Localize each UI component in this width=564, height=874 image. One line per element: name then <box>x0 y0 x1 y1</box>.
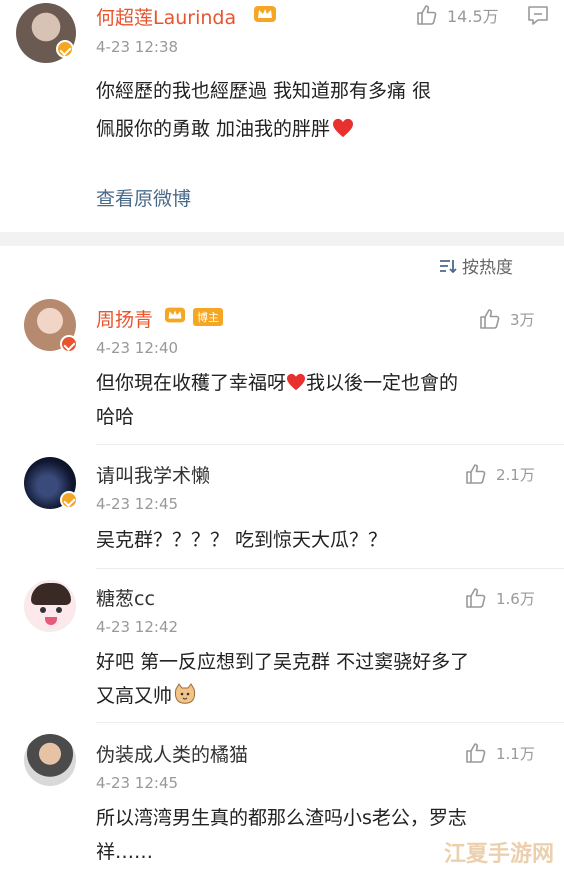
comment-text-line-2: 哈哈 <box>96 406 135 428</box>
verified-badge-icon <box>56 40 74 58</box>
main-post-like-count: 14.5万 <box>447 7 499 26</box>
commenter-avatar[interactable] <box>24 734 76 786</box>
comment-like-button[interactable]: 2.1万 <box>464 462 535 486</box>
comment-text-line-2: 祥…… <box>96 841 154 863</box>
divider <box>96 444 564 445</box>
thumb-up-icon <box>466 743 486 763</box>
comment-text-line-1: 吴克群？？？？ 吃到惊天大瓜？？ <box>96 529 388 551</box>
section-gap <box>0 232 564 246</box>
main-post-text-line-1: 你經歷的我也經歷過 我知道那有多痛 很 <box>96 80 432 102</box>
comment-like-count: 3万 <box>510 310 535 329</box>
verified-badge-icon <box>60 335 78 353</box>
comment-text-part: 又高又帅 <box>96 685 173 707</box>
comment-like-button[interactable]: 1.1万 <box>464 741 535 765</box>
divider <box>96 568 564 569</box>
cat-emoji-icon <box>174 683 196 704</box>
comment-text-line-1: 但你現在收穫了幸福呀 我以後一定也會的 <box>96 366 458 401</box>
crown-icon <box>254 6 276 22</box>
heart-icon <box>333 118 354 138</box>
sort-icon <box>440 259 457 273</box>
comment-time: 4-23 12:40 <box>96 339 179 357</box>
comment-text-line-1: 所以湾湾男生真的都那么渣吗小s老公，罗志 <box>96 807 467 829</box>
main-post-text-line-2: 佩服你的勇敢 加油我的胖胖 <box>96 112 354 147</box>
thumb-up-icon <box>466 464 486 484</box>
watermark: 江夏手游网 <box>443 842 554 867</box>
sort-label: 按热度 <box>462 258 513 278</box>
commenter-username[interactable]: 糖葱cc <box>96 584 155 611</box>
comment-like-button[interactable]: 1.6万 <box>464 586 535 610</box>
comment-like-button[interactable]: 3万 <box>478 307 535 331</box>
view-original-post-link[interactable]: 查看原微博 <box>96 184 191 211</box>
crown-icon <box>164 307 186 323</box>
comment-button[interactable] <box>526 3 550 31</box>
comment-text-line-1: 好吧 第一反应想到了吴克群 不过窦骁好多了 <box>96 651 470 673</box>
comment-text-line-2: 又高又帅 <box>96 679 196 714</box>
thumb-up-icon <box>417 5 437 25</box>
comment-like-count: 1.1万 <box>496 744 535 763</box>
commenter-username[interactable]: 请叫我学术懒 <box>96 461 210 488</box>
comment-time: 4-23 12:45 <box>96 774 179 792</box>
comment-text-part: 但你現在收穫了幸福呀 <box>96 372 287 394</box>
commenter-username[interactable]: 周扬青 <box>96 305 153 332</box>
sort-by-hot-button[interactable]: 按热度 <box>438 253 513 278</box>
comment-text-part: 我以後一定也會的 <box>306 372 459 394</box>
main-post: 何超莲Laurinda 4-23 12:38 14.5万 你經歷的我也經歷過 我… <box>0 0 564 232</box>
main-post-text-line-2-content: 佩服你的勇敢 加油我的胖胖 <box>96 118 331 140</box>
comment-like-count: 1.6万 <box>496 589 535 608</box>
main-post-like-button[interactable]: 14.5万 <box>415 3 499 27</box>
thumb-up-icon <box>480 309 500 329</box>
commenter-avatar[interactable] <box>24 580 76 632</box>
comment-time: 4-23 12:42 <box>96 618 179 636</box>
comment-like-count: 2.1万 <box>496 465 535 484</box>
host-tag: 博主 <box>193 308 223 326</box>
verified-badge-icon <box>60 491 78 509</box>
main-post-username[interactable]: 何超莲Laurinda <box>96 3 236 30</box>
heart-icon <box>287 373 306 391</box>
divider <box>96 722 564 723</box>
main-post-time: 4-23 12:38 <box>96 38 179 56</box>
comment-time: 4-23 12:45 <box>96 495 179 513</box>
thumb-up-icon <box>466 588 486 608</box>
commenter-username[interactable]: 伪装成人类的橘猫 <box>96 740 248 767</box>
comment-icon <box>528 6 548 25</box>
